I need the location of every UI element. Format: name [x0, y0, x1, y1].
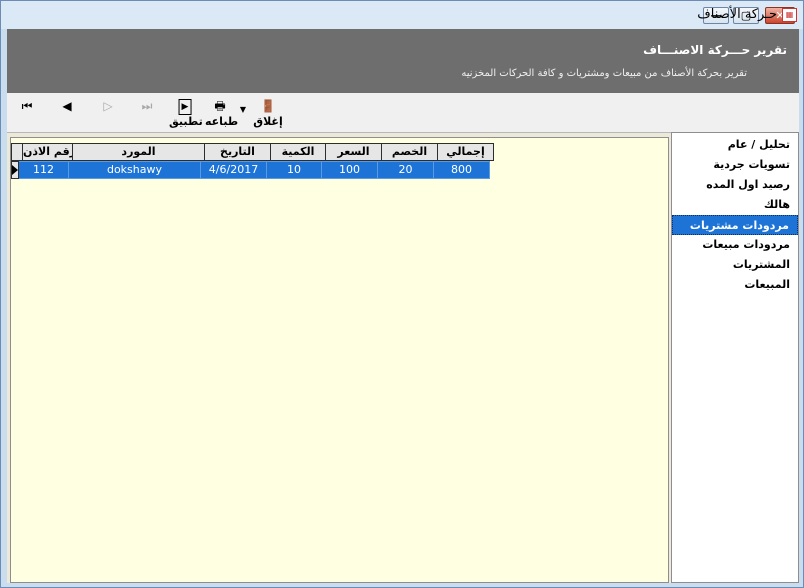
grid-table: رقم الاذن المورد التاريخ الكمية السعر ال…: [11, 143, 494, 179]
cell-quantity[interactable]: 10: [267, 161, 322, 179]
first-record-icon: ⏮: [21, 99, 33, 113]
list-item-opening-balance[interactable]: رصيد اول المده: [672, 175, 798, 195]
last-record-button[interactable]: ⏭: [137, 93, 157, 131]
cell-supplier[interactable]: dokshawy: [69, 161, 201, 179]
list-item-sales-returns[interactable]: مردودات مبيعات: [672, 235, 798, 255]
report-type-list[interactable]: تحليل / عام تسويات جردية رصيد اول المده …: [671, 132, 799, 583]
data-grid[interactable]: رقم الاذن المورد التاريخ الكمية السعر ال…: [10, 137, 669, 583]
column-header-supplier[interactable]: المورد: [73, 143, 205, 161]
column-header-price[interactable]: السعر: [326, 143, 382, 161]
next-record-icon: ▷: [103, 99, 113, 113]
print-dropdown-button[interactable]: ▼: [237, 93, 249, 131]
current-row-arrow-icon: [12, 165, 18, 175]
column-header-total[interactable]: إجمالي: [438, 143, 494, 161]
cell-total[interactable]: 800: [434, 161, 490, 179]
first-record-button[interactable]: ⏮: [17, 93, 37, 131]
cell-permit-no[interactable]: 112: [19, 161, 69, 179]
list-item-general-analysis[interactable]: تحليل / عام: [672, 135, 798, 155]
list-item-purchase-returns[interactable]: مردودات مشتريات: [672, 215, 798, 235]
list-item-damaged[interactable]: هالك: [672, 195, 798, 215]
cell-price[interactable]: 100: [322, 161, 378, 179]
report-subtitle: تقرير بحركة الأصناف من مبيعات ومشتريات و…: [461, 68, 747, 79]
close-form-button[interactable]: 🚪 إغلاق: [253, 93, 283, 131]
list-item-purchases[interactable]: المشتريات: [672, 255, 798, 275]
grid-header-row: رقم الاذن المورد التاريخ الكمية السعر ال…: [11, 143, 494, 161]
print-label: طباعه: [205, 115, 239, 128]
title-bar[interactable]: — ▢ ✕ ▦ حـركة الأصناف: [1, 1, 803, 29]
row-selector[interactable]: [11, 161, 19, 179]
report-title: تقرير حـــركة الاصنـــاف: [643, 43, 787, 57]
window-title: حـركة الأصناف: [697, 7, 777, 22]
printer-icon: 🖶: [214, 99, 226, 113]
apply-label: تطبيق: [169, 115, 203, 128]
column-header-permit-no[interactable]: رقم الاذن: [23, 143, 73, 161]
app-window: — ▢ ✕ ▦ حـركة الأصناف تقرير حـــركة الاص…: [0, 0, 804, 588]
last-record-icon: ⏭: [141, 99, 153, 113]
column-header-discount[interactable]: الخصم: [382, 143, 438, 161]
prev-record-icon: ◀: [62, 99, 72, 113]
cell-date[interactable]: 4/6/2017: [201, 161, 267, 179]
dropdown-arrow-icon: ▼: [239, 105, 247, 114]
list-item-inventory-adjustments[interactable]: تسويات جردية: [672, 155, 798, 175]
apply-button[interactable]: ▶ تطبيق: [169, 93, 203, 131]
row-selector-header: [11, 143, 23, 161]
close-label: إغلاق: [253, 115, 283, 128]
app-icon: ▦: [782, 8, 797, 22]
prev-record-button[interactable]: ◀: [57, 93, 77, 131]
column-header-date[interactable]: التاريخ: [205, 143, 271, 161]
next-record-button[interactable]: ▷: [98, 93, 118, 131]
table-row[interactable]: 112 dokshawy 4/6/2017 10 100 20 800: [11, 161, 494, 179]
list-item-sales[interactable]: المبيعات: [672, 275, 798, 295]
column-header-quantity[interactable]: الكمية: [271, 143, 326, 161]
main-content: تقرير حـــركة الاصنـــاف تقرير بحركة الأ…: [7, 29, 799, 583]
report-header: تقرير حـــركة الاصنـــاف تقرير بحركة الأ…: [7, 29, 799, 93]
toolbar: ⏮ ◀ ▷ ⏭ ▶ تطبيق 🖶 طباعه ▼ 🚪 إغلاق: [7, 93, 799, 133]
exit-door-icon: 🚪: [260, 99, 276, 113]
apply-icon: ▶: [178, 99, 192, 115]
print-button[interactable]: 🖶 طباعه: [205, 93, 239, 131]
cell-discount[interactable]: 20: [378, 161, 434, 179]
